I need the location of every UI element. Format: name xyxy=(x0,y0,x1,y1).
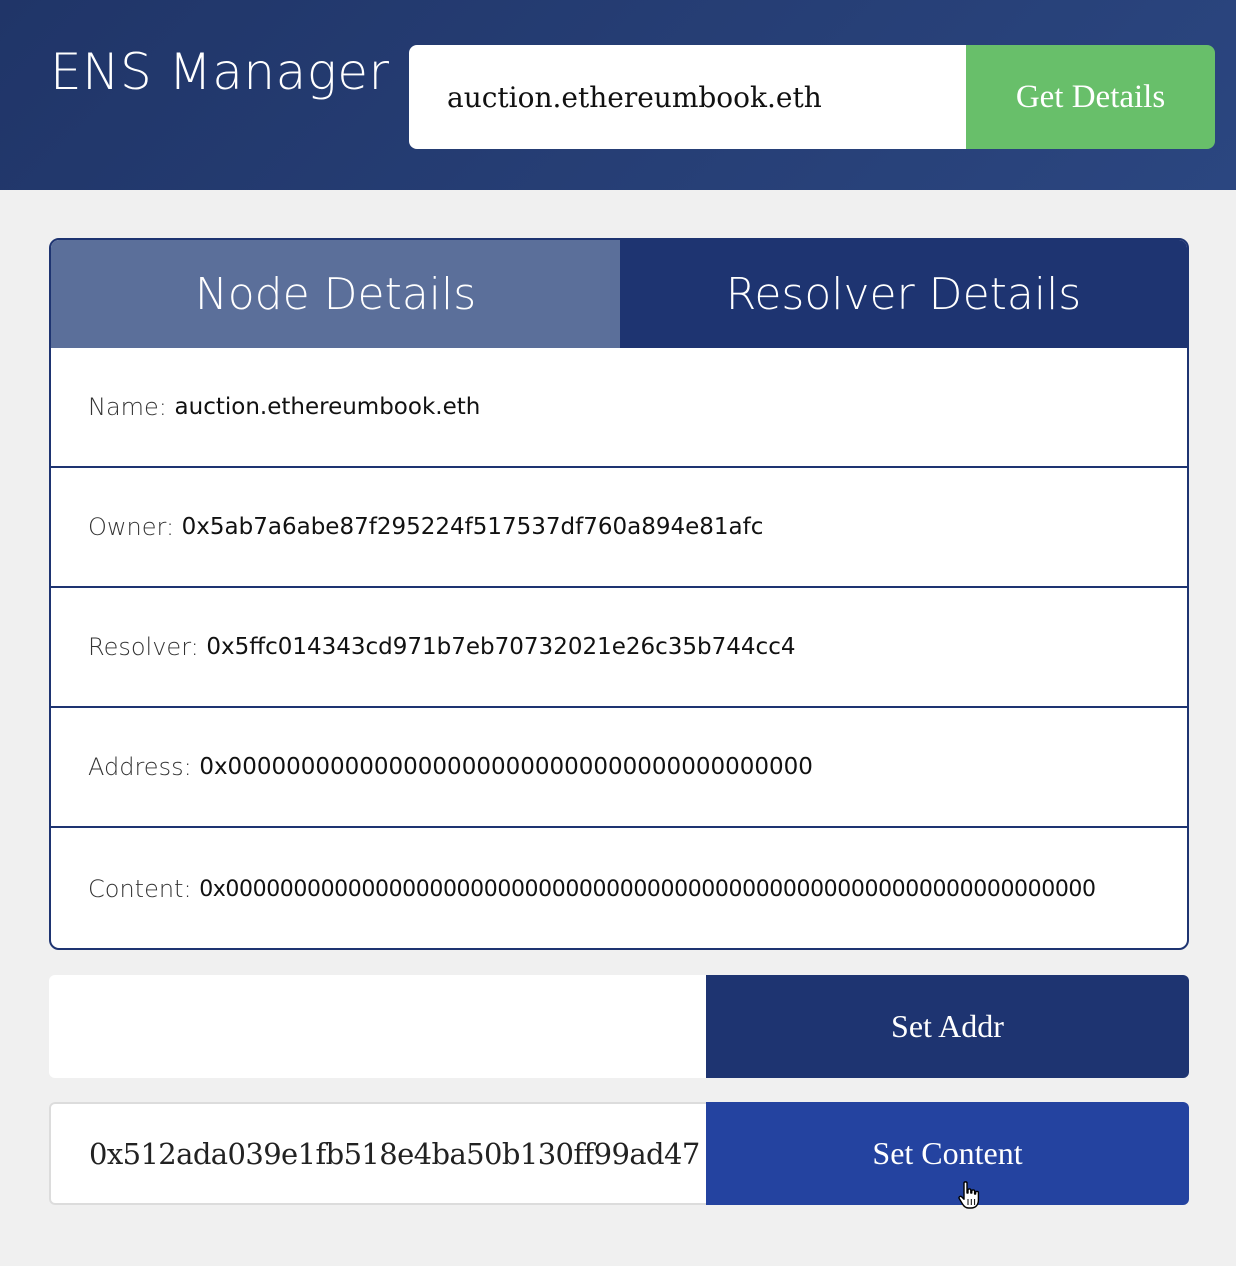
owner-value: 0x5ab7a6abe87f295224f517537df760a894e81a… xyxy=(181,514,764,540)
detail-row-resolver: Resolver: 0x5ffc014343cd971b7eb70732021e… xyxy=(51,588,1187,708)
set-content-row: Set Content xyxy=(49,1102,1189,1205)
details-panel: Node Details Resolver Details Name: auct… xyxy=(49,238,1189,950)
search-bar: Get Details xyxy=(409,45,1215,149)
detail-row-owner: Owner: 0x5ab7a6abe87f295224f517537df760a… xyxy=(51,468,1187,588)
get-details-button[interactable]: Get Details xyxy=(966,45,1215,149)
content-value: 0x00000000000000000000000000000000000000… xyxy=(199,876,1096,902)
address-value: 0x00000000000000000000000000000000000000… xyxy=(199,754,813,780)
content-label: Content: xyxy=(88,875,192,903)
owner-label: Owner: xyxy=(88,513,175,541)
detail-row-content: Content: 0x00000000000000000000000000000… xyxy=(51,828,1187,948)
set-addr-button[interactable]: Set Addr xyxy=(706,975,1189,1078)
hand-pointer-icon xyxy=(958,1181,980,1209)
content-input[interactable] xyxy=(49,1102,706,1205)
tab-bar: Node Details Resolver Details xyxy=(51,240,1187,348)
set-content-button[interactable]: Set Content xyxy=(706,1102,1189,1205)
resolver-label: Resolver: xyxy=(88,633,199,661)
name-label: Name: xyxy=(88,393,167,421)
addr-input[interactable] xyxy=(49,975,706,1078)
detail-row-address: Address: 0x00000000000000000000000000000… xyxy=(51,708,1187,828)
tab-resolver-details[interactable]: Resolver Details xyxy=(620,240,1187,348)
app-title: ENS Manager xyxy=(50,43,390,101)
ens-name-input[interactable] xyxy=(409,45,966,149)
detail-row-name: Name: auction.ethereumbook.eth xyxy=(51,348,1187,468)
set-addr-row: Set Addr xyxy=(49,975,1189,1078)
tab-node-details[interactable]: Node Details xyxy=(51,240,620,348)
app-header: ENS Manager Get Details xyxy=(0,0,1236,190)
name-value: auction.ethereumbook.eth xyxy=(174,394,481,420)
resolver-value: 0x5ffc014343cd971b7eb70732021e26c35b744c… xyxy=(206,634,796,660)
address-label: Address: xyxy=(88,753,192,781)
